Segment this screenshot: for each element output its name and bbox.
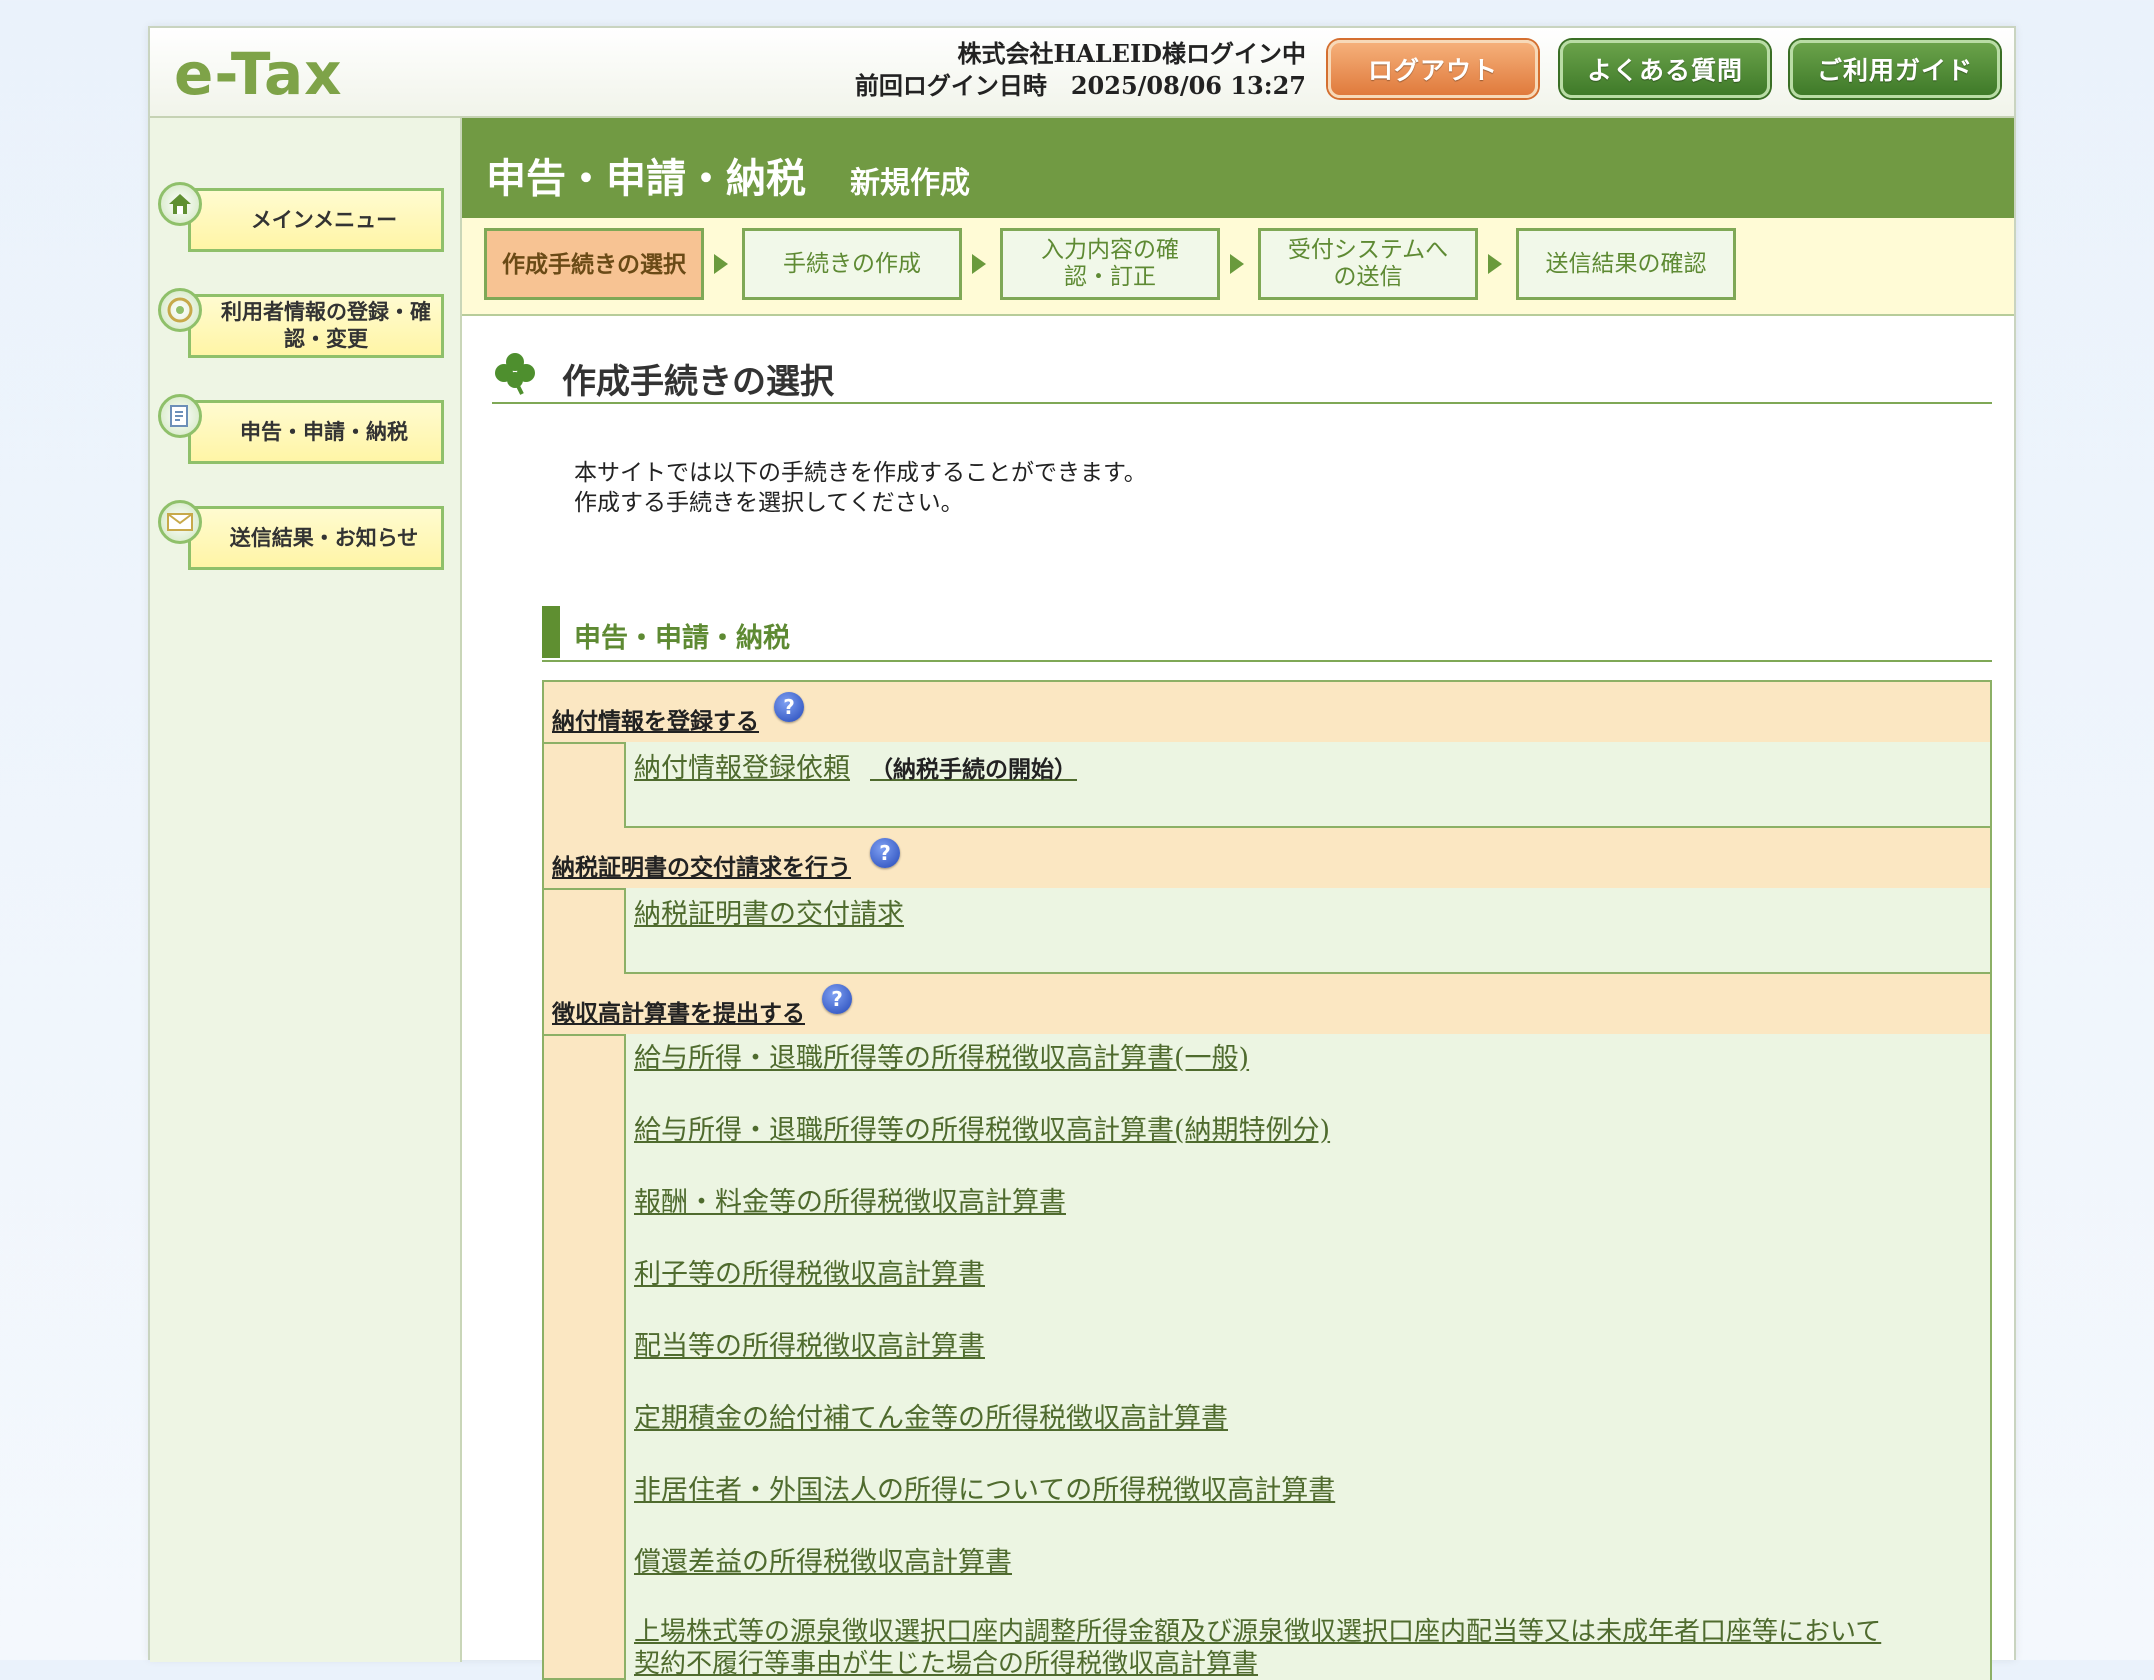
help-icon[interactable]: ?	[774, 692, 804, 722]
procedure-link[interactable]: 給与所得・退職所得等の所得税徴収高計算書(一般)	[634, 1042, 1249, 1075]
sidebar-item-results[interactable]: 送信結果・お知らせ	[158, 500, 448, 572]
procedure-link[interactable]: 配当等の所得税徴収高計算書	[634, 1330, 985, 1363]
procedure-note: （納税手続の開始）	[870, 756, 1077, 783]
group-body: 納付情報登録依頼 （納税手続の開始）	[624, 742, 1990, 828]
sidebar-item-main-menu[interactable]: メインメニュー	[158, 182, 448, 254]
sidebar-item-user-info[interactable]: 利用者情報の登録・確認・変更	[158, 288, 448, 360]
procedure-link[interactable]: 償還差益の所得税徴収高計算書	[634, 1546, 1012, 1579]
step-confirm-edit: 入力内容の確認・訂正	[1000, 228, 1220, 300]
step-select-procedure: 作成手続きの選択	[484, 228, 704, 300]
procedure-table: 納付情報を登録する ? 納付情報登録依頼 （納税手続の開始） 納税証明書の交付請求…	[542, 680, 1992, 1680]
user-info-icon	[158, 288, 202, 332]
procedure-link[interactable]: 非居住者・外国法人の所得についての所得税徴収高計算書	[634, 1474, 1335, 1507]
group-body: 納税証明書の交付請求	[624, 888, 1990, 974]
procedure-link[interactable]: 納税証明書の交付請求	[634, 898, 904, 931]
etax-logo[interactable]: e-Tax	[174, 40, 343, 108]
intro-line: 作成する手続きを選択してください。	[574, 490, 964, 516]
step-arrow-icon	[1230, 254, 1244, 274]
category-title: 申告・申請・納税	[574, 623, 790, 654]
logout-button[interactable]: ログアウト	[1328, 40, 1538, 98]
step-arrow-icon	[1488, 254, 1502, 274]
sidebar-item-label[interactable]: メインメニュー	[188, 188, 444, 252]
category-heading: 申告・申請・納税	[542, 606, 1992, 662]
procedure-link[interactable]: 給与所得・退職所得等の所得税徴収高計算書(納期特例分)	[634, 1114, 1330, 1147]
mail-icon	[158, 500, 202, 544]
step-arrow-icon	[714, 254, 728, 274]
sidebar-item-label[interactable]: 送信結果・お知らせ	[188, 506, 444, 570]
category-marker	[542, 606, 560, 658]
procedure-link[interactable]: 利子等の所得税徴収高計算書	[634, 1258, 985, 1291]
intro-line: 本サイトでは以下の手続きを作成することができます。	[574, 460, 1147, 486]
login-user: 株式会社HALEID様ログイン中	[957, 39, 1306, 68]
declaration-icon	[158, 394, 202, 438]
progress-steps: 作成手続きの選択 手続きの作成 入力内容の確認・訂正 受付システムへの送信 送信…	[462, 218, 2014, 316]
clover-icon	[492, 350, 538, 396]
group-body: 給与所得・退職所得等の所得税徴収高計算書(一般) 給与所得・退職所得等の所得税徴…	[624, 1034, 1990, 1680]
title-bar: 申告・申請・納税 新規作成	[462, 118, 2014, 218]
help-icon[interactable]: ?	[870, 838, 900, 868]
page-frame: e-Tax 株式会社HALEID様ログイン中 前回ログイン日時 2025/08/…	[148, 26, 2016, 1680]
page-subtitle: 新規作成	[850, 166, 970, 201]
step-result: 送信結果の確認	[1516, 228, 1736, 300]
withholding-statement-link[interactable]: 徴収高計算書を提出する	[552, 994, 805, 1028]
login-info: 株式会社HALEID様ログイン中 前回ログイン日時 2025/08/06 13:…	[855, 38, 1306, 102]
help-icon[interactable]: ?	[822, 984, 852, 1014]
header: e-Tax 株式会社HALEID様ログイン中 前回ログイン日時 2025/08/…	[150, 28, 2014, 118]
section-title: 作成手続きの選択	[562, 362, 834, 402]
procedure-link[interactable]: 報酬・料金等の所得税徴収高計算書	[634, 1186, 1066, 1219]
group-header-payment-info: 納付情報を登録する ?	[544, 682, 1990, 744]
procedure-link[interactable]: 定期積金の給付補てん金等の所得税徴収高計算書	[634, 1402, 1228, 1435]
group-header-withholding: 徴収高計算書を提出する ?	[544, 974, 1990, 1036]
main-content: 申告・申請・納税 新規作成 作成手続きの選択 手続きの作成 入力内容の確認・訂正…	[462, 118, 2014, 1680]
sidebar-item-label[interactable]: 申告・申請・納税	[188, 400, 444, 464]
register-payment-info-link[interactable]: 納付情報を登録する	[552, 702, 759, 736]
sidebar-item-label[interactable]: 利用者情報の登録・確認・変更	[188, 294, 444, 358]
procedure-link[interactable]: 納付情報登録依頼 （納税手続の開始）	[634, 752, 1077, 786]
faq-button[interactable]: よくある質問	[1560, 40, 1770, 98]
page-title: 申告・申請・納税	[486, 155, 806, 202]
home-icon	[158, 182, 202, 226]
step-create-procedure: 手続きの作成	[742, 228, 962, 300]
tax-certificate-request-link[interactable]: 納税証明書の交付請求を行う	[552, 848, 851, 882]
group-header-tax-certificate: 納税証明書の交付請求を行う ?	[544, 828, 1990, 890]
sidebar: メインメニュー 利用者情報の登録・確認・変更 申告・申請・納税 送信結果・お知ら…	[150, 118, 462, 1662]
step-arrow-icon	[972, 254, 986, 274]
sidebar-item-declaration[interactable]: 申告・申請・納税	[158, 394, 448, 466]
section-heading: 作成手続きの選択	[492, 346, 1992, 404]
step-send: 受付システムへの送信	[1258, 228, 1478, 300]
guide-button[interactable]: ご利用ガイド	[1790, 40, 2000, 98]
intro-text: 本サイトでは以下の手続きを作成することができます。 作成する手続きを選択してくだ…	[574, 458, 1147, 518]
last-login: 前回ログイン日時 2025/08/06 13:27	[854, 71, 1306, 100]
procedure-link[interactable]: 上場株式等の源泉徴収選択口座内調整所得金額及び源泉徴収選択口座内配当等又は未成年…	[634, 1616, 1881, 1680]
